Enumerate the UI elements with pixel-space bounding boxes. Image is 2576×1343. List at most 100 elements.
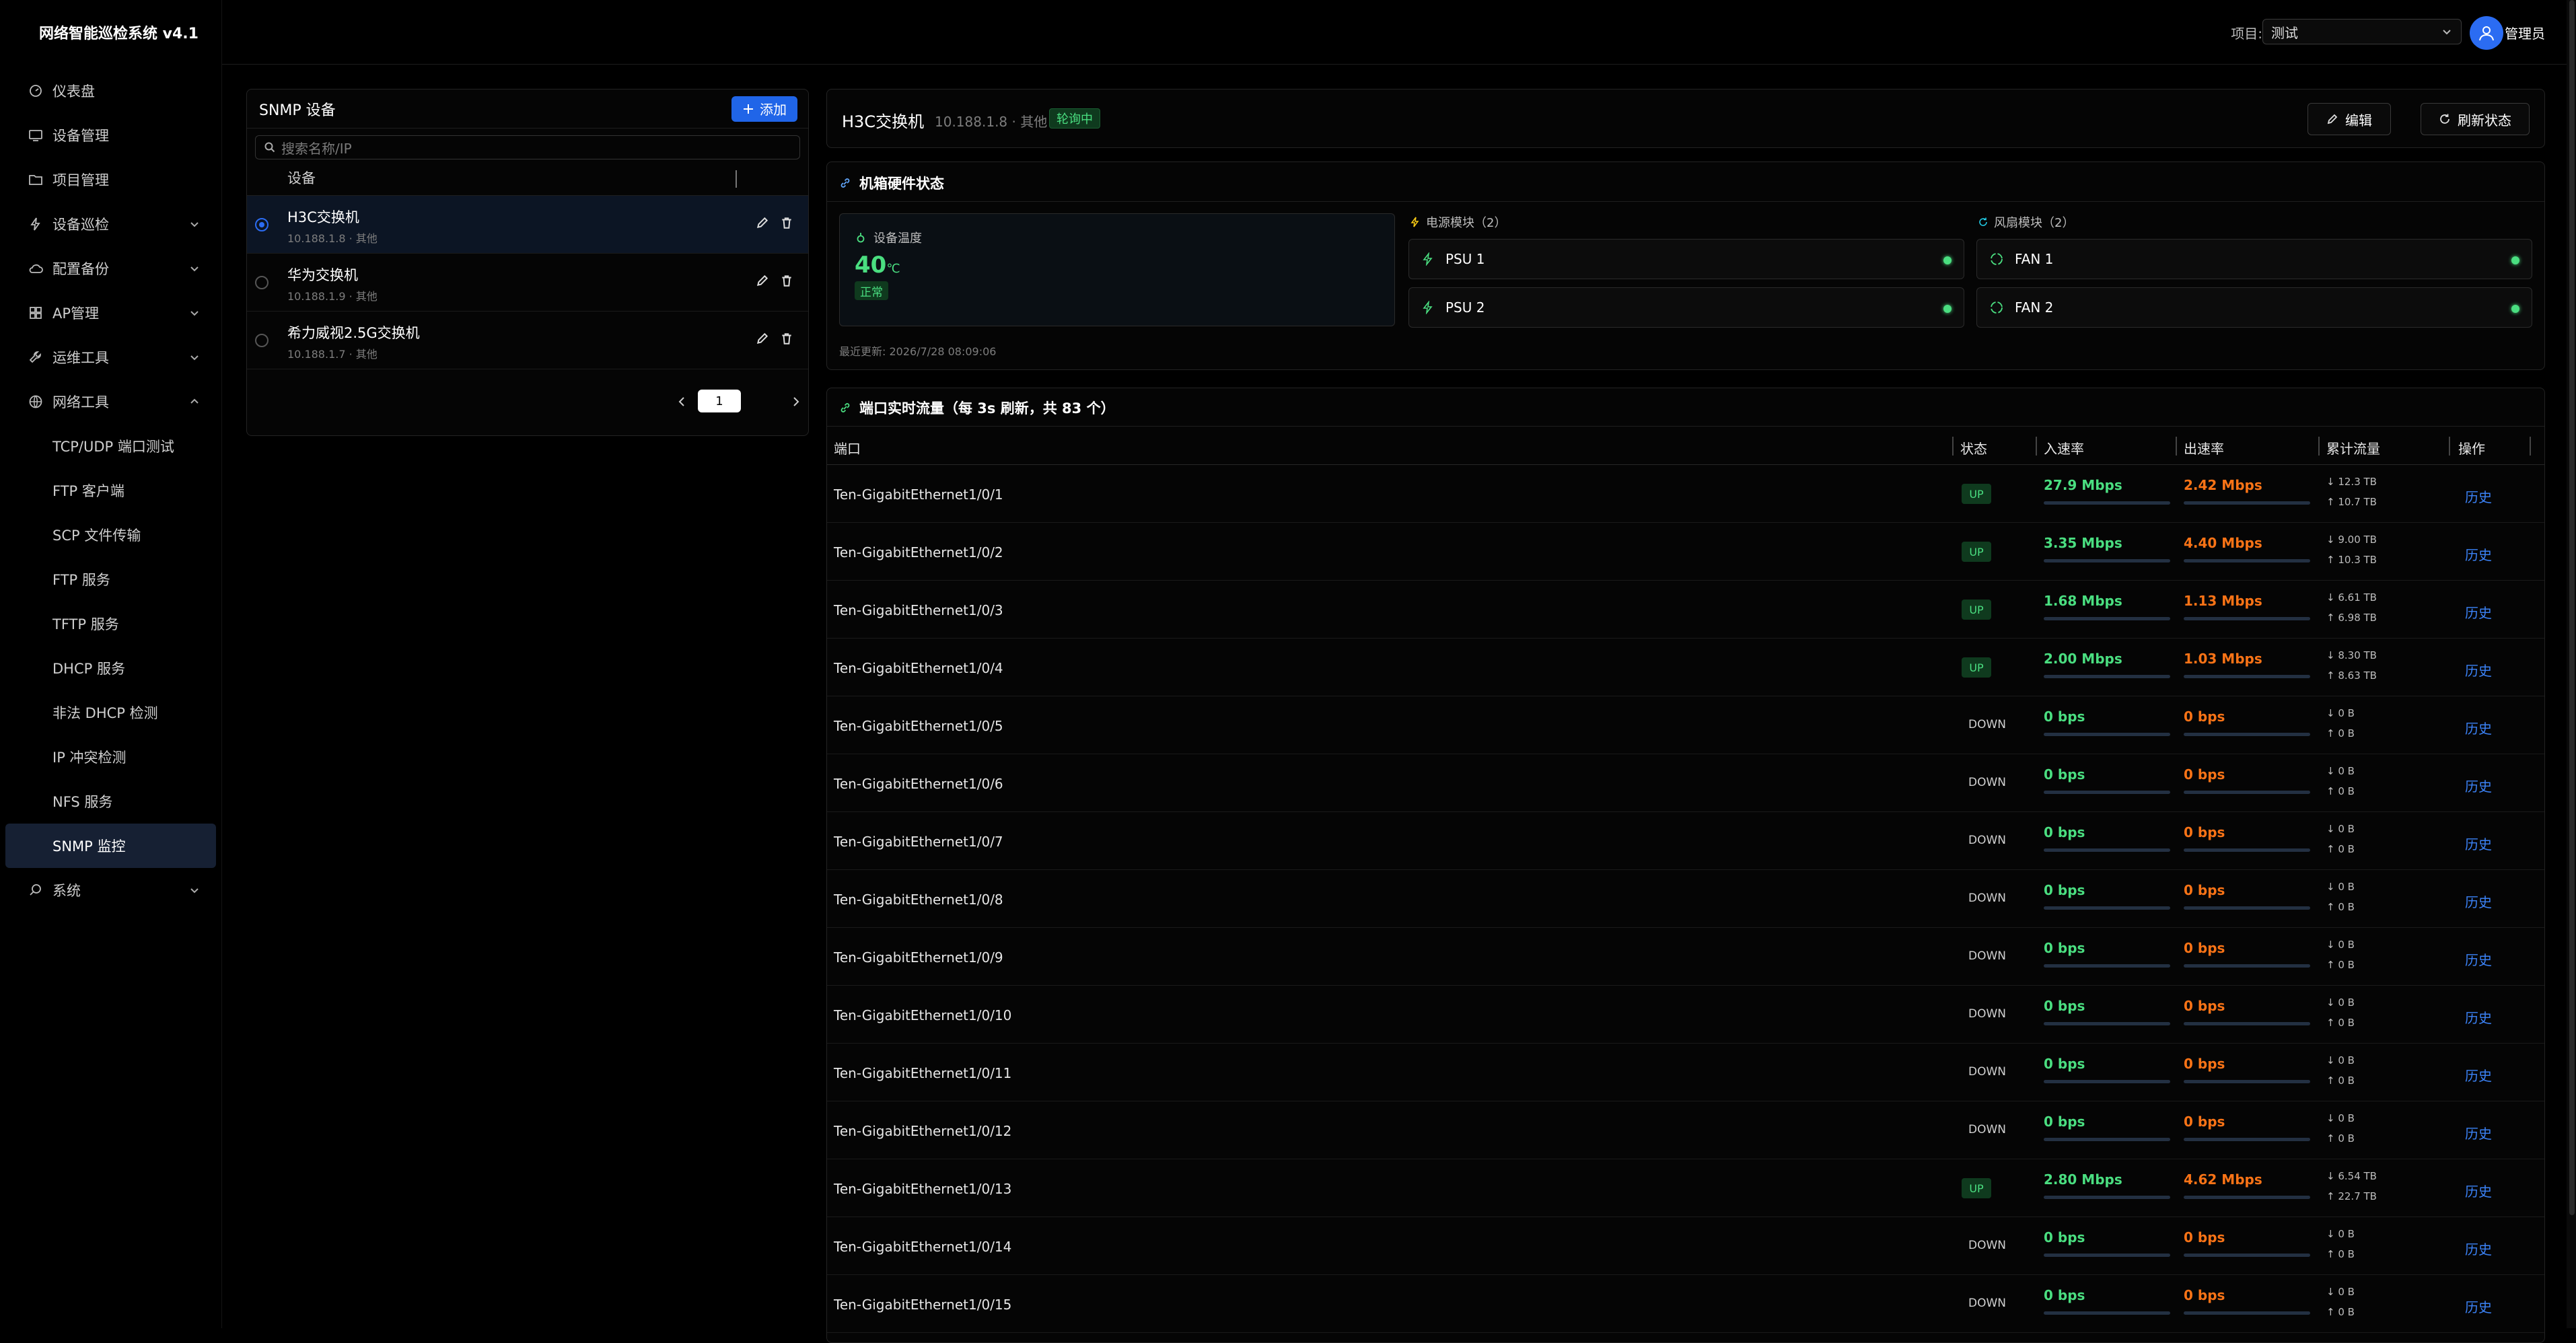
chevron-right-icon[interactable] — [789, 395, 803, 408]
user-name[interactable]: 管理员 — [2505, 23, 2545, 42]
in-rate-bar — [2044, 1196, 2170, 1199]
total-upload: ↑ 0 B — [2326, 1306, 2355, 1318]
device-radio[interactable] — [255, 218, 269, 231]
history-link[interactable]: 历史 — [2465, 660, 2492, 680]
sidebar-item[interactable]: 项目管理 — [0, 157, 221, 202]
avatar[interactable] — [2470, 16, 2503, 50]
history-link[interactable]: 历史 — [2465, 892, 2492, 911]
history-link[interactable]: 历史 — [2465, 834, 2492, 853]
column-resize-handle[interactable] — [2036, 437, 2037, 456]
status-badge: DOWN — [1968, 1007, 2006, 1021]
device-radio[interactable] — [255, 334, 269, 347]
port-name: Ten-GigabitEthernet1/0/14 — [834, 1239, 1012, 1255]
device-name: H3C交换机 — [287, 209, 359, 225]
total-upload: ↑ 0 B — [2326, 843, 2355, 855]
column-resize-handle[interactable] — [2530, 437, 2531, 456]
table-row: Ten-GigabitEthernet1/0/5 DOWN 0 bps 0 bps ↓ … — [827, 696, 2544, 754]
chevron-left-icon[interactable] — [675, 395, 688, 408]
sidebar-subitem[interactable]: DHCP 服务 — [0, 646, 221, 690]
total-upload: ↑ 0 B — [2326, 1017, 2355, 1029]
out-rate-value: 4.40 Mbps — [2184, 535, 2262, 551]
total-upload: ↑ 0 B — [2326, 1075, 2355, 1087]
psu-status-dot — [1943, 256, 1952, 264]
delete-icon[interactable] — [780, 274, 793, 287]
table-row: Ten-GigabitEthernet1/0/13 UP 2.80 Mbps 4.62… — [827, 1159, 2544, 1217]
column-resize-handle[interactable] — [736, 170, 737, 188]
sidebar-item[interactable]: AP管理 — [0, 291, 221, 335]
sidebar-item-label: 运维工具 — [52, 350, 109, 366]
in-rate-value: 27.9 Mbps — [2044, 477, 2122, 493]
history-link[interactable]: 历史 — [2465, 1007, 2492, 1027]
column-resize-handle[interactable] — [1952, 437, 1954, 456]
project-select-value: 测试 — [2271, 24, 2298, 41]
edit-icon[interactable] — [756, 332, 769, 345]
history-link[interactable]: 历史 — [2465, 1239, 2492, 1258]
column-resize-handle[interactable] — [2318, 437, 2320, 456]
sidebar-item-system[interactable]: 系统 — [0, 868, 221, 912]
scrollbar-thumb[interactable] — [2569, 0, 2575, 1215]
refresh-status-button[interactable]: 刷新状态 — [2421, 103, 2530, 135]
history-link[interactable]: 历史 — [2465, 1181, 2492, 1200]
sidebar-item[interactable]: 网络工具 — [0, 379, 221, 424]
sidebar-subitem[interactable]: NFS 服务 — [0, 779, 221, 824]
device-row[interactable]: 希力威视2.5G交换机 10.188.1.7 · 其他 — [247, 312, 808, 369]
column-resize-handle[interactable] — [2449, 437, 2450, 456]
edit-button[interactable]: 编辑 — [2307, 103, 2391, 135]
device-row[interactable]: 华为交换机 10.188.1.9 · 其他 — [247, 254, 808, 312]
total-upload: ↑ 10.7 TB — [2326, 496, 2377, 508]
column-resize-handle[interactable] — [2176, 437, 2177, 456]
sidebar-subitem[interactable]: TCP/UDP 端口测试 — [0, 424, 221, 468]
edit-icon[interactable] — [756, 216, 769, 229]
sidebar-item[interactable]: 设备管理 — [0, 113, 221, 157]
sidebar-subitem[interactable]: SCP 文件传输 — [0, 513, 221, 557]
history-link[interactable]: 历史 — [2465, 949, 2492, 969]
out-rate-bar — [2184, 733, 2310, 736]
sidebar-item[interactable]: 设备巡检 — [0, 202, 221, 246]
project-select[interactable]: 测试 — [2262, 19, 2462, 44]
fan-card: FAN 2 — [1976, 287, 2532, 328]
sidebar-icon-wrap — [28, 217, 43, 231]
device-row[interactable]: H3C交换机 10.188.1.8 · 其他 — [247, 196, 808, 254]
out-rate-bar — [2184, 1254, 2310, 1257]
history-link[interactable]: 历史 — [2465, 718, 2492, 737]
page-number[interactable]: 1 — [698, 390, 741, 412]
sidebar-subitem[interactable]: FTP 客户端 — [0, 468, 221, 513]
page-scrollbar[interactable] — [2567, 0, 2576, 1328]
sidebar-subitem[interactable]: TFTP 服务 — [0, 602, 221, 646]
device-search-input[interactable]: 搜索名称/IP — [255, 135, 800, 159]
grid-icon — [30, 307, 42, 319]
sidebar-item[interactable]: 配置备份 — [0, 246, 221, 291]
out-rate-value: 0 bps — [2184, 709, 2225, 725]
history-link[interactable]: 历史 — [2465, 544, 2492, 564]
device-radio[interactable] — [255, 276, 269, 289]
port-name: Ten-GigabitEthernet1/0/6 — [834, 776, 1003, 792]
sidebar-subitem[interactable]: FTP 服务 — [0, 557, 221, 602]
sidebar-subitem[interactable]: IP 冲突检测 — [0, 735, 221, 779]
sidebar-item[interactable]: 仪表盘 — [0, 69, 221, 113]
sidebar-subitem[interactable]: 非法 DHCP 检测 — [0, 690, 221, 735]
action-column-header: 操作 — [2458, 441, 2485, 457]
port-name: Ten-GigabitEthernet1/0/3 — [834, 602, 1003, 618]
app-title: 网络智能巡检系统 v4.1 — [39, 26, 199, 42]
status-badge: DOWN — [1968, 949, 2006, 963]
add-device-button[interactable]: 添加 — [731, 96, 797, 122]
history-link[interactable]: 历史 — [2465, 1123, 2492, 1142]
sidebar-subitem[interactable]: SNMP 监控 — [5, 824, 216, 868]
history-link[interactable]: 历史 — [2465, 1297, 2492, 1316]
device-list: H3C交换机 10.188.1.8 · 其他 华为交换机 10.188.1.9 · 其… — [247, 196, 808, 369]
sidebar-item-label: 仪表盘 — [52, 83, 95, 100]
edit-icon[interactable] — [756, 274, 769, 287]
delete-icon[interactable] — [780, 332, 793, 345]
history-link[interactable]: 历史 — [2465, 602, 2492, 622]
table-row: Ten-GigabitEthernet1/0/1 UP 27.9 Mbps 2.42 … — [827, 465, 2544, 523]
status-badge: UP — [1962, 600, 1991, 620]
delete-icon[interactable] — [780, 216, 793, 229]
out-rate-bar — [2184, 617, 2310, 620]
table-row: Ten-GigabitEthernet1/0/8 DOWN 0 bps 0 bps ↓ … — [827, 870, 2544, 928]
history-link[interactable]: 历史 — [2465, 1065, 2492, 1085]
history-link[interactable]: 历史 — [2465, 486, 2492, 506]
temperature-label: 设备温度 — [873, 231, 922, 246]
sidebar-item[interactable]: 运维工具 — [0, 335, 221, 379]
total-download: ↓ 0 B — [2326, 881, 2355, 893]
history-link[interactable]: 历史 — [2465, 776, 2492, 795]
